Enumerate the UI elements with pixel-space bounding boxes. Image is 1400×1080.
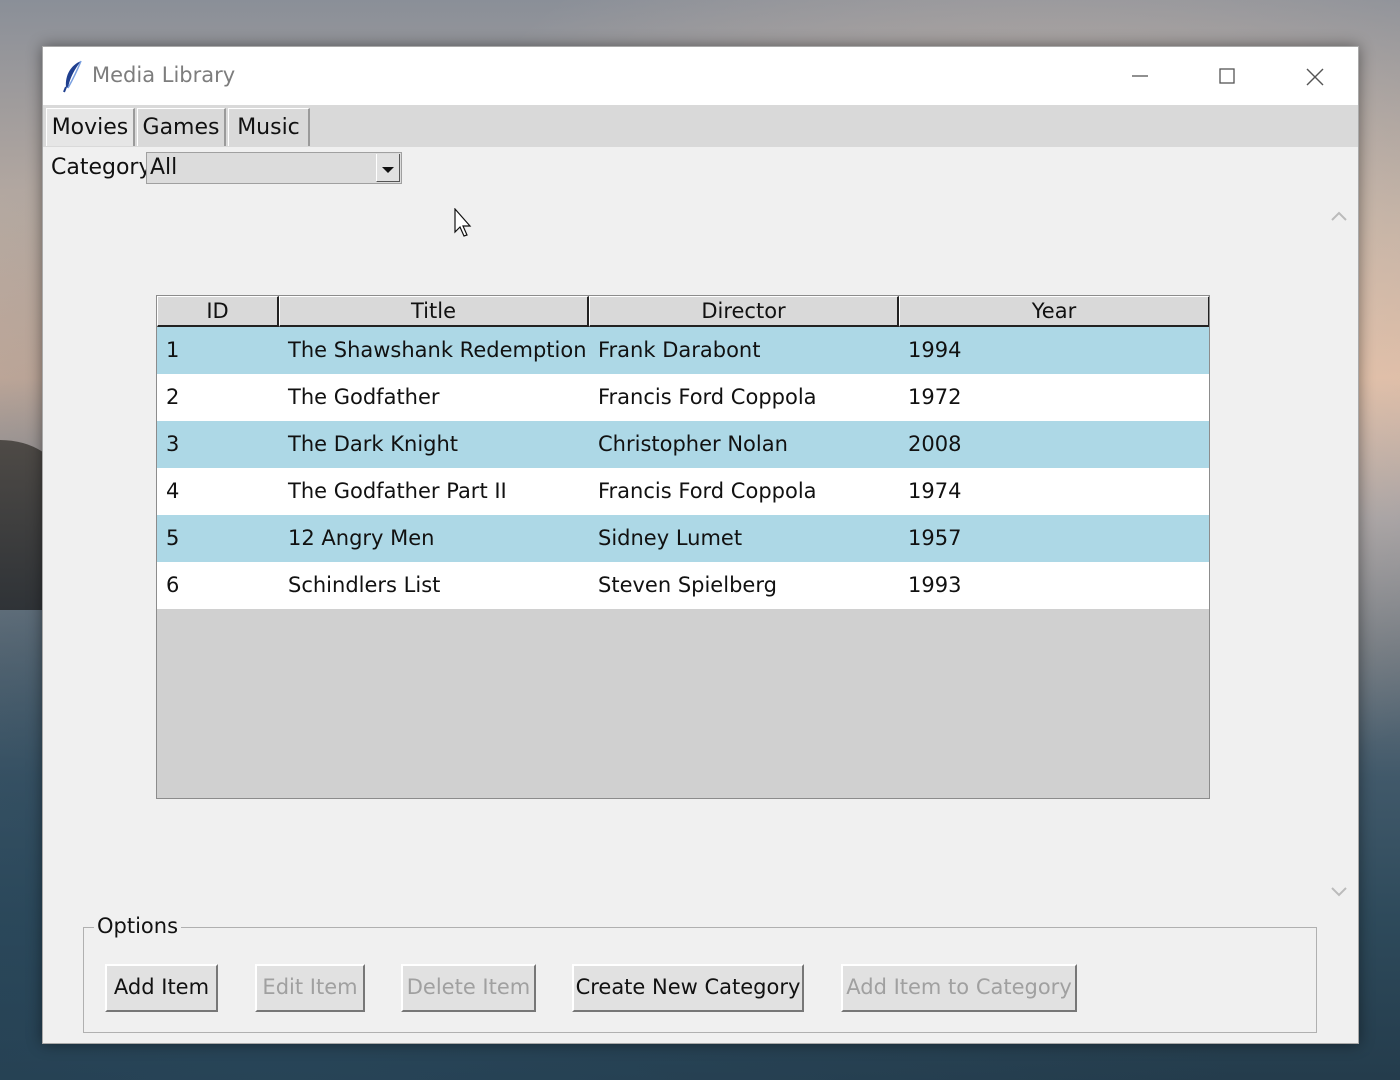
table-row[interactable]: 4 The Godfather Part II Francis Ford Cop… <box>157 468 1209 515</box>
feather-icon <box>61 59 85 93</box>
cell-director: Frank Darabont <box>598 338 761 362</box>
media-library-window: Media Library Movies Games Music Categor… <box>42 46 1359 1044</box>
table-body: 1 The Shawshank Redemption Frank Darabon… <box>157 327 1209 609</box>
cell-director: Steven Spielberg <box>598 573 777 597</box>
scroll-up-icon <box>1331 211 1347 221</box>
movies-table[interactable]: ID Title Director Year 1 The Shawshank R… <box>156 295 1210 799</box>
mouse-pointer-icon <box>454 207 474 242</box>
tab-content-movies: Category All ID Title Director Year 1 Th… <box>43 147 1356 1041</box>
column-header-year[interactable]: Year <box>899 296 1209 327</box>
tab-games[interactable]: Games <box>137 108 226 146</box>
cell-id: 1 <box>166 338 180 362</box>
table-row[interactable]: 1 The Shawshank Redemption Frank Darabon… <box>157 327 1209 374</box>
cell-director: Francis Ford Coppola <box>598 479 817 503</box>
chevron-down-icon <box>382 167 394 173</box>
minimize-button[interactable] <box>1096 47 1184 105</box>
cell-director: Francis Ford Coppola <box>598 385 817 409</box>
cell-id: 4 <box>166 479 180 503</box>
cell-title: The Shawshank Redemption <box>288 338 587 362</box>
cell-title: 12 Angry Men <box>288 526 435 550</box>
column-header-id[interactable]: ID <box>157 296 279 327</box>
column-header-title[interactable]: Title <box>279 296 589 327</box>
cell-id: 5 <box>166 526 180 550</box>
cell-title: The Dark Knight <box>288 432 459 456</box>
cell-year: 2008 <box>908 432 962 456</box>
delete-item-button[interactable]: Delete Item <box>401 964 536 1012</box>
table-header: ID Title Director Year <box>157 296 1209 327</box>
add-item-button[interactable]: Add Item <box>105 964 218 1012</box>
cell-title: The Godfather Part II <box>288 479 507 503</box>
close-button[interactable] <box>1270 47 1358 105</box>
cell-year: 1974 <box>908 479 962 503</box>
column-header-director[interactable]: Director <box>589 296 899 327</box>
table-row[interactable]: 5 12 Angry Men Sidney Lumet 1957 <box>157 515 1209 562</box>
title-bar[interactable]: Media Library <box>43 47 1358 105</box>
vertical-scrollbar[interactable] <box>1325 203 1353 907</box>
category-label: Category <box>51 155 152 180</box>
cell-title: The Godfather <box>288 385 440 409</box>
cell-director: Sidney Lumet <box>598 526 743 550</box>
cell-id: 2 <box>166 385 180 409</box>
window-title: Media Library <box>92 63 236 87</box>
tab-bar: Movies Games Music <box>43 105 1358 147</box>
options-legend: Options <box>94 914 182 938</box>
close-icon <box>1306 68 1324 86</box>
tab-movies[interactable]: Movies <box>46 108 135 146</box>
dropdown-arrow-button[interactable] <box>376 154 400 182</box>
table-row[interactable]: 2 The Godfather Francis Ford Coppola 197… <box>157 374 1209 421</box>
cell-year: 1972 <box>908 385 962 409</box>
cell-title: Schindlers List <box>288 573 441 597</box>
maximize-button[interactable] <box>1183 47 1271 105</box>
table-row[interactable]: 3 The Dark Knight Christopher Nolan 2008 <box>157 421 1209 468</box>
options-group: Options Add Item Edit Item Delete Item C… <box>83 914 1317 1033</box>
add-item-to-category-button[interactable]: Add Item to Category <box>841 964 1077 1012</box>
category-value: All <box>150 155 178 180</box>
edit-item-button[interactable]: Edit Item <box>255 964 365 1012</box>
cell-id: 3 <box>166 432 180 456</box>
cell-year: 1957 <box>908 526 962 550</box>
tab-music[interactable]: Music <box>228 108 310 146</box>
maximize-icon <box>1219 68 1235 84</box>
cell-year: 1993 <box>908 573 962 597</box>
minimize-icon <box>1132 75 1148 77</box>
table-row[interactable]: 6 Schindlers List Steven Spielberg 1993 <box>157 562 1209 609</box>
cell-id: 6 <box>166 573 180 597</box>
cell-director: Christopher Nolan <box>598 432 788 456</box>
scroll-down-icon <box>1331 887 1347 897</box>
category-dropdown[interactable]: All <box>146 152 402 184</box>
cell-year: 1994 <box>908 338 962 362</box>
create-new-category-button[interactable]: Create New Category <box>572 964 804 1012</box>
